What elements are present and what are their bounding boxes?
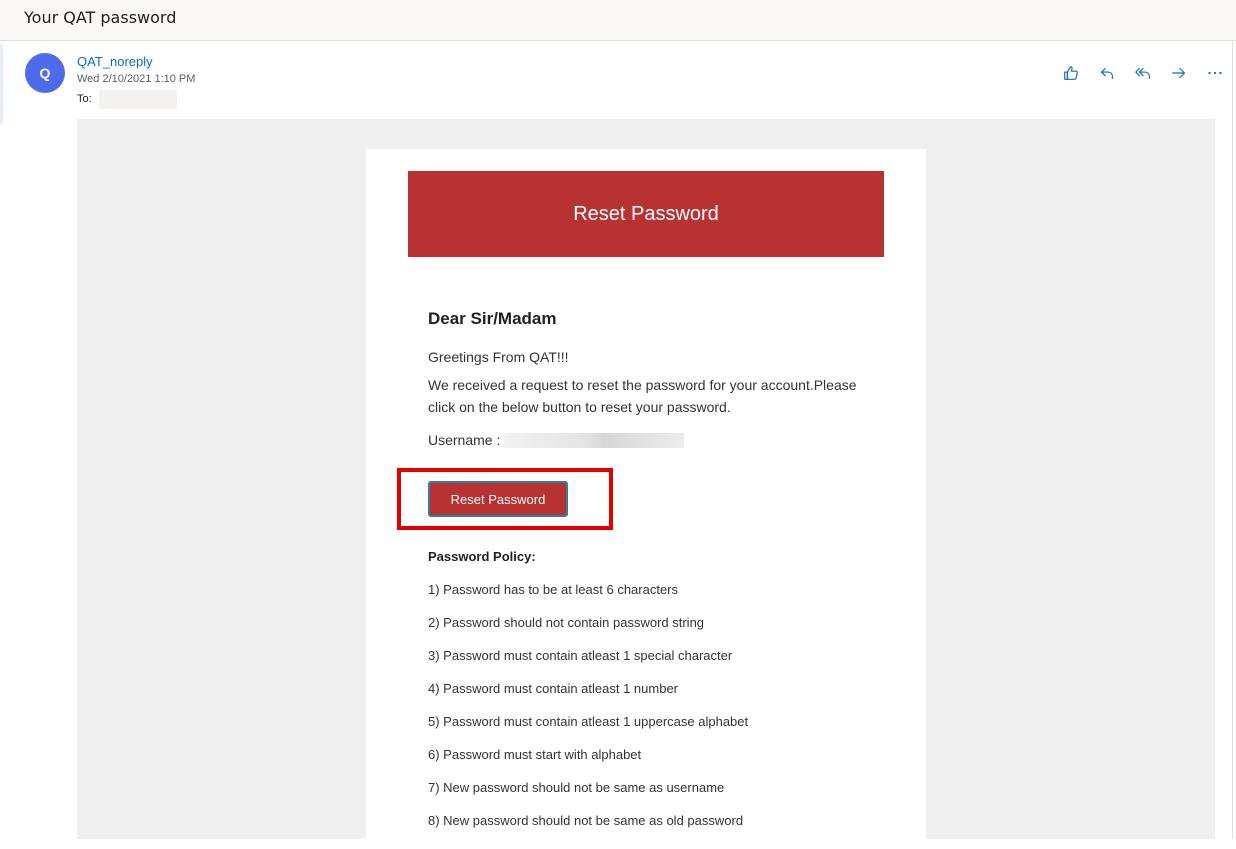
policy-item: 8) New password should not be same as ol…	[428, 813, 744, 828]
username-row: Username :	[428, 432, 685, 448]
like-icon	[1064, 66, 1078, 80]
left-accent	[0, 44, 3, 124]
forward-icon	[1172, 67, 1185, 79]
policy-item: 3) Password must contain atleast 1 speci…	[428, 648, 733, 663]
header-title: Reset Password	[573, 202, 719, 225]
reset-password-button[interactable]: Reset Password	[428, 481, 568, 517]
policy-title: Password Policy:	[428, 549, 536, 564]
policy-item: 4) Password must contain atleast 1 numbe…	[428, 681, 679, 696]
right-divider	[1232, 41, 1233, 839]
to-label: To:	[77, 93, 92, 105]
reply-button[interactable]	[1096, 62, 1118, 84]
salutation: Dear Sir/Madam	[428, 309, 557, 328]
email-card: Reset Password Dear Sir/Madam Greetings …	[366, 149, 926, 849]
policy-item: 2) Password should not contain password …	[428, 615, 705, 630]
policy-list: 1) Password has to be at least 6 charact…	[428, 582, 748, 846]
policy-item: 6) Password must start with alphabet	[428, 747, 642, 762]
subject-bar: Your QAT password	[0, 0, 1236, 41]
more-options-button[interactable]	[1204, 62, 1226, 84]
email-subject: Your QAT password	[24, 8, 177, 27]
username-label: Username :	[428, 432, 501, 448]
policy-item: 1) Password has to be at least 6 charact…	[428, 582, 679, 597]
sender-name[interactable]: QAT_noreply	[77, 54, 153, 69]
message-actions	[1060, 62, 1226, 84]
reply-all-button[interactable]	[1132, 62, 1154, 84]
reply-all-icon	[1135, 67, 1150, 79]
like-button[interactable]	[1060, 62, 1082, 84]
reset-password-button-label: Reset Password	[450, 491, 546, 507]
sender-avatar[interactable]: Q	[25, 53, 65, 93]
redacted-recipient	[99, 90, 177, 109]
header-banner: Reset Password	[408, 171, 884, 257]
redacted-username	[504, 432, 685, 448]
avatar-letter: Q	[39, 65, 51, 81]
policy-item: 7) New password should not be same as us…	[428, 780, 725, 795]
more-icon	[1208, 71, 1222, 75]
sent-date: Wed 2/10/2021 1:10 PM	[77, 73, 196, 85]
body-text: We received a request to reset the passw…	[428, 377, 857, 415]
forward-button[interactable]	[1168, 62, 1190, 84]
greeting: Greetings From QAT!!!	[428, 349, 569, 365]
policy-item: 5) Password must contain atleast 1 upper…	[428, 714, 749, 729]
reply-icon	[1101, 67, 1113, 79]
